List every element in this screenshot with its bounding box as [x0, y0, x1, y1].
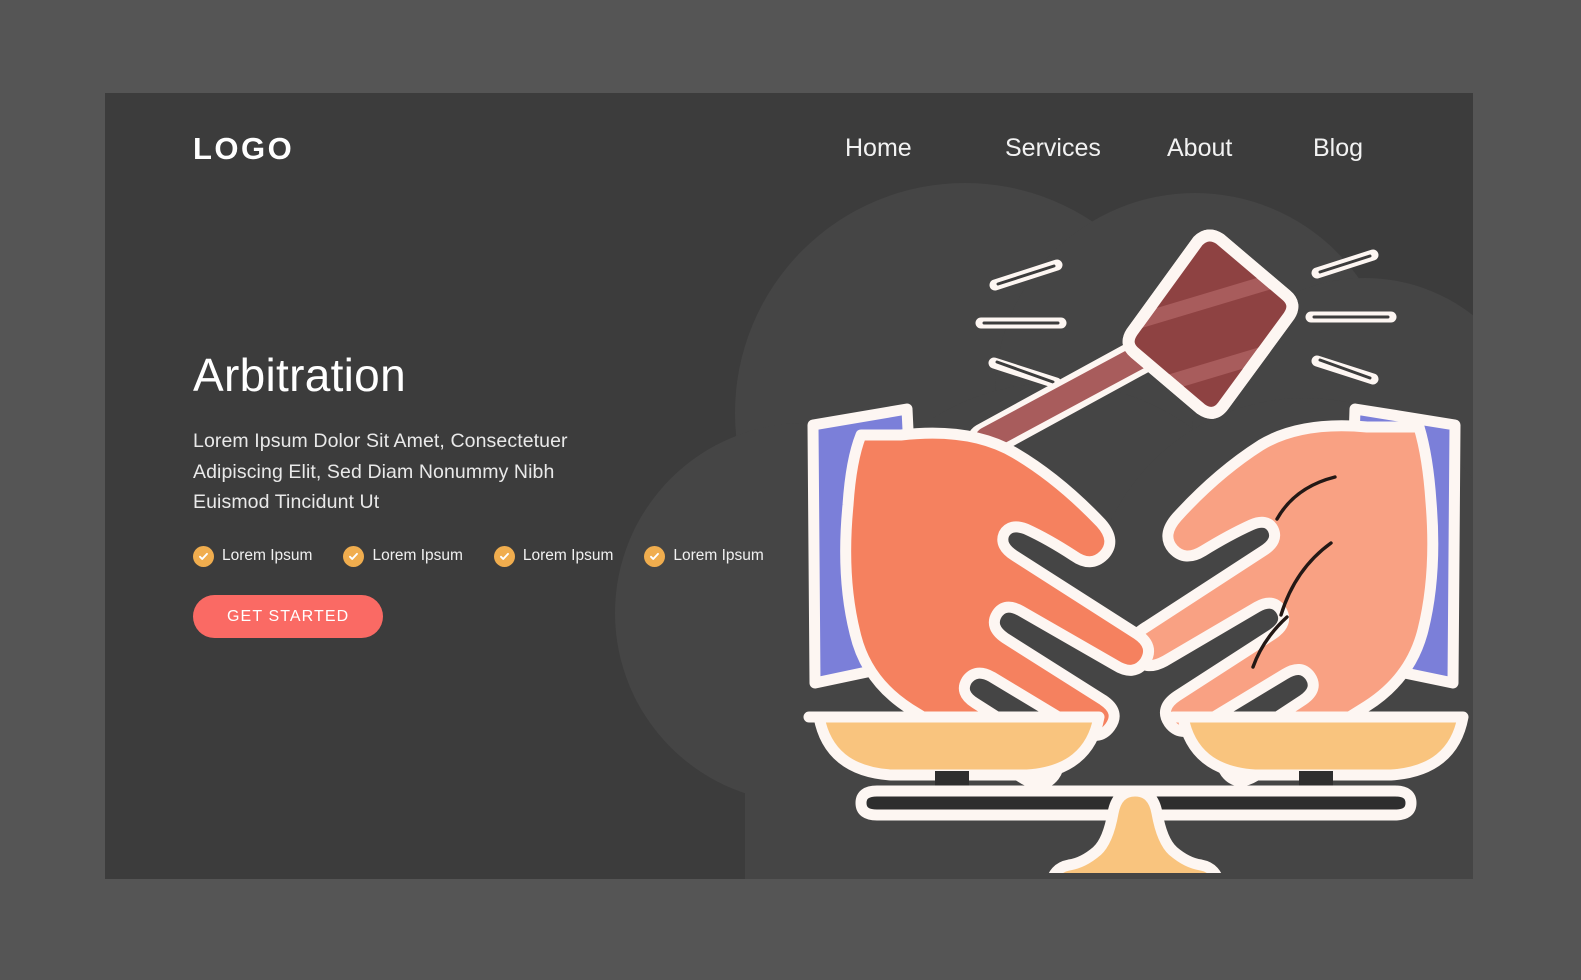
impact-lines-left — [975, 259, 1067, 389]
check-circle-icon — [493, 545, 515, 567]
gavel-head — [1122, 229, 1299, 419]
feature-label: Lorem Ipsum — [222, 547, 313, 565]
hero-card: LOGO Home Services About Blog Arbitratio… — [105, 93, 1473, 879]
check-circle-icon — [343, 545, 365, 567]
nav-item-home[interactable]: Home — [845, 134, 1005, 163]
feature-item-2: Lorem Ipsum — [343, 545, 463, 567]
feature-label: Lorem Ipsum — [372, 547, 463, 565]
feature-label: Lorem Ipsum — [522, 547, 614, 565]
arbitration-illustration — [795, 213, 1473, 873]
scales-of-justice — [803, 711, 1469, 873]
nav-item-about[interactable]: About — [1167, 134, 1313, 163]
check-circle-icon — [193, 545, 214, 567]
hero-subcopy: Lorem Ipsum Dolor Sit Amet, Consectetuer… — [193, 430, 568, 514]
nav-item-blog[interactable]: Blog — [1313, 134, 1403, 163]
site-header: LOGO Home Services About Blog — [105, 93, 1473, 213]
impact-lines-right — [1305, 249, 1397, 385]
check-circle-icon — [644, 545, 666, 567]
screenshot-root: LOGO Home Services About Blog Arbitratio… — [0, 0, 1581, 980]
nav-item-services[interactable]: Services — [1005, 134, 1167, 163]
feature-item-4: Lorem Ipsum — [644, 545, 764, 567]
feature-item-1: Lorem Ipsum — [193, 545, 313, 567]
hero-copy: Arbitration Lorem Ipsum Dolor Sit Amet, … — [193, 349, 764, 638]
feature-item-3: Lorem Ipsum — [493, 545, 614, 567]
feature-list: Lorem Ipsum Lorem Ipsum Lorem Ipsum Lore… — [193, 545, 764, 567]
page-title: Arbitration — [193, 349, 406, 401]
feature-label: Lorem Ipsum — [673, 547, 764, 565]
logo[interactable]: LOGO — [193, 133, 294, 164]
main-navigation: Home Services About Blog — [845, 134, 1403, 163]
get-started-button[interactable]: GET STARTED — [193, 594, 384, 638]
